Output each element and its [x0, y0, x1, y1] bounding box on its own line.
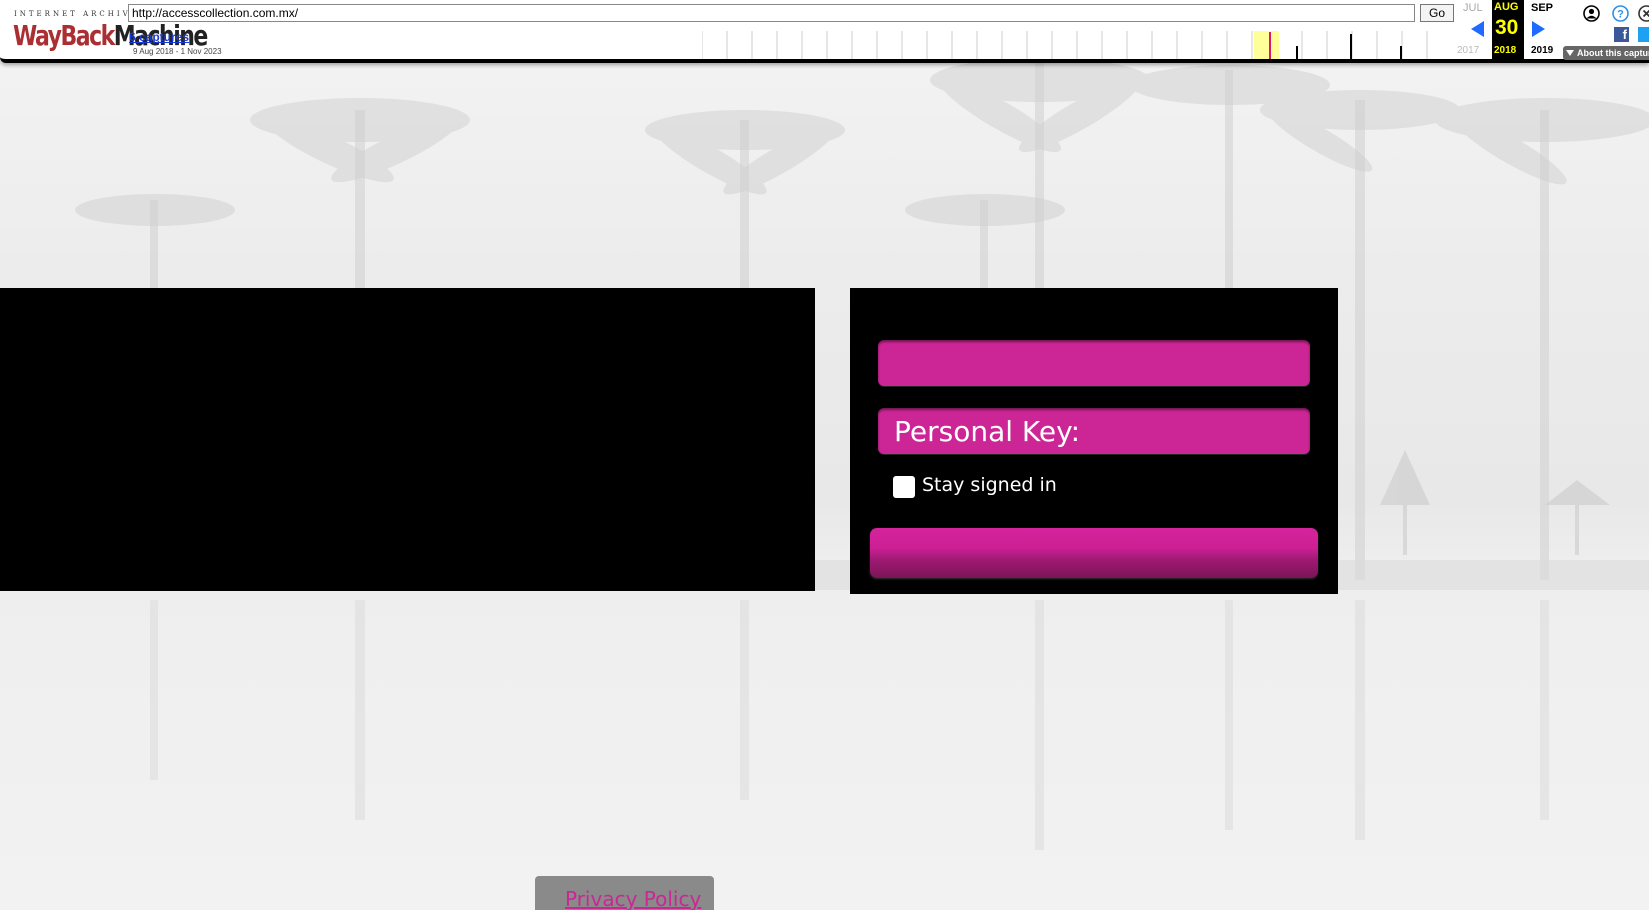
logo-main-text-a: WayBack: [13, 21, 115, 53]
twitter-icon[interactable]: [1638, 27, 1649, 42]
privacy-policy-link[interactable]: Privacy Policy: [565, 887, 701, 910]
capture-sparkline[interactable]: [702, 31, 1490, 59]
footer-box: Privacy Policy: [535, 876, 714, 910]
url-input[interactable]: [128, 4, 1415, 22]
login-panel: Personal Key: Stay signed in: [850, 288, 1338, 594]
stay-signed-in-label[interactable]: Stay signed in: [922, 474, 1057, 496]
capture-date-range: 9 Aug 2018 - 1 Nov 2023: [133, 47, 222, 56]
about-capture-button[interactable]: About this capture: [1563, 46, 1649, 60]
prev-month-label[interactable]: JUL: [1463, 2, 1483, 14]
go-button[interactable]: Go: [1420, 4, 1454, 22]
stay-signed-in-checkbox[interactable]: [893, 476, 915, 498]
wayback-toolbar: INTERNET ARCHIVE WayBackMachine Go 6 cap…: [0, 0, 1649, 63]
captures-link[interactable]: 6 captures: [129, 30, 189, 44]
personal-key-label: Personal Key:: [894, 415, 1081, 448]
user-icon[interactable]: [1583, 5, 1600, 22]
left-black-panel: [0, 288, 815, 591]
next-year-label[interactable]: 2019: [1531, 45, 1553, 56]
next-arrow-icon[interactable]: [1532, 21, 1545, 37]
next-month-label[interactable]: SEP: [1531, 2, 1553, 14]
username-field[interactable]: [878, 340, 1310, 386]
current-year-label: 2018: [1494, 45, 1517, 56]
prev-arrow-icon[interactable]: [1471, 21, 1484, 37]
sign-in-button[interactable]: [870, 528, 1318, 578]
logo-top-text: INTERNET ARCHIVE: [14, 10, 139, 18]
facebook-icon[interactable]: f: [1614, 27, 1629, 42]
personal-key-field[interactable]: Personal Key:: [878, 408, 1310, 454]
prev-year-label[interactable]: 2017: [1457, 45, 1479, 56]
current-month-label: AUG: [1494, 1, 1519, 13]
help-icon[interactable]: ?: [1612, 5, 1629, 22]
wayback-logo[interactable]: INTERNET ARCHIVE WayBackMachine: [10, 6, 208, 53]
svg-text:?: ?: [1617, 9, 1624, 21]
close-icon[interactable]: [1638, 5, 1649, 22]
current-day-label: 30: [1495, 16, 1519, 39]
